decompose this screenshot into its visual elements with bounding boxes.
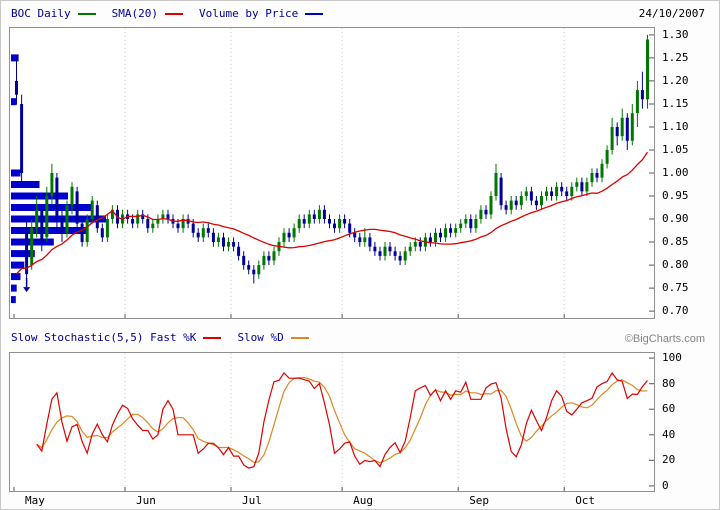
stochastic-legend: Slow Stochastic(5,5) Fast %K Slow %D xyxy=(11,331,325,344)
volume-by-price-swatch-icon xyxy=(305,13,323,15)
price-axis-label: 1.10 xyxy=(662,120,689,133)
price-axis-label: 0.95 xyxy=(662,189,689,202)
stoch-axis-label: 80 xyxy=(662,377,675,390)
price-series-swatch-icon xyxy=(78,13,96,15)
stoch-axis-label: 0 xyxy=(662,479,669,492)
fast-k-swatch-icon xyxy=(203,337,221,339)
chart-date: 24/10/2007 xyxy=(639,7,705,20)
price-axis-label: 1.05 xyxy=(662,143,689,156)
slow-d-swatch-icon xyxy=(291,337,309,339)
price-axis-label: 1.25 xyxy=(662,51,689,64)
month-label: Oct xyxy=(575,494,595,507)
price-axis-label: 0.70 xyxy=(662,304,689,317)
stoch-axis-label: 100 xyxy=(662,351,682,364)
volume-by-price-label: Volume by Price xyxy=(199,7,298,20)
price-axis-label: 0.90 xyxy=(662,212,689,225)
stochastic-chart-panel xyxy=(9,352,655,492)
month-label: May xyxy=(25,494,45,507)
month-label: Jul xyxy=(242,494,262,507)
price-axis-label: 0.85 xyxy=(662,235,689,248)
price-axis-label: 1.30 xyxy=(662,28,689,41)
price-chart-canvas xyxy=(10,28,654,318)
price-axis-label: 1.15 xyxy=(662,97,689,110)
month-label: Aug xyxy=(353,494,373,507)
slow-d-label: Slow %D xyxy=(237,331,283,344)
price-chart-panel xyxy=(9,27,655,319)
symbol-series-label: BOC Daily xyxy=(11,7,71,20)
price-axis-label: 0.75 xyxy=(662,281,689,294)
price-axis-label: 1.20 xyxy=(662,74,689,87)
bigcharts-stock-chart-page: BOC Daily SMA(20) Volume by Price 24/10/… xyxy=(0,0,720,510)
bigcharts-copyright: ©BigCharts.com xyxy=(625,333,705,345)
month-label: Jun xyxy=(136,494,156,507)
stochastic-chart-canvas xyxy=(10,353,654,491)
price-axis-label: 1.00 xyxy=(662,166,689,179)
month-label: Sep xyxy=(469,494,489,507)
stoch-axis-label: 20 xyxy=(662,453,675,466)
price-axis-label: 0.80 xyxy=(662,258,689,271)
stochastic-fast-k-label: Slow Stochastic(5,5) Fast %K xyxy=(11,331,196,344)
sma-series-swatch-icon xyxy=(165,13,183,15)
stoch-axis-label: 60 xyxy=(662,402,675,415)
price-chart-legend: BOC Daily SMA(20) Volume by Price xyxy=(11,7,339,20)
stoch-axis-label: 40 xyxy=(662,428,675,441)
sma-series-label: SMA(20) xyxy=(112,7,158,20)
